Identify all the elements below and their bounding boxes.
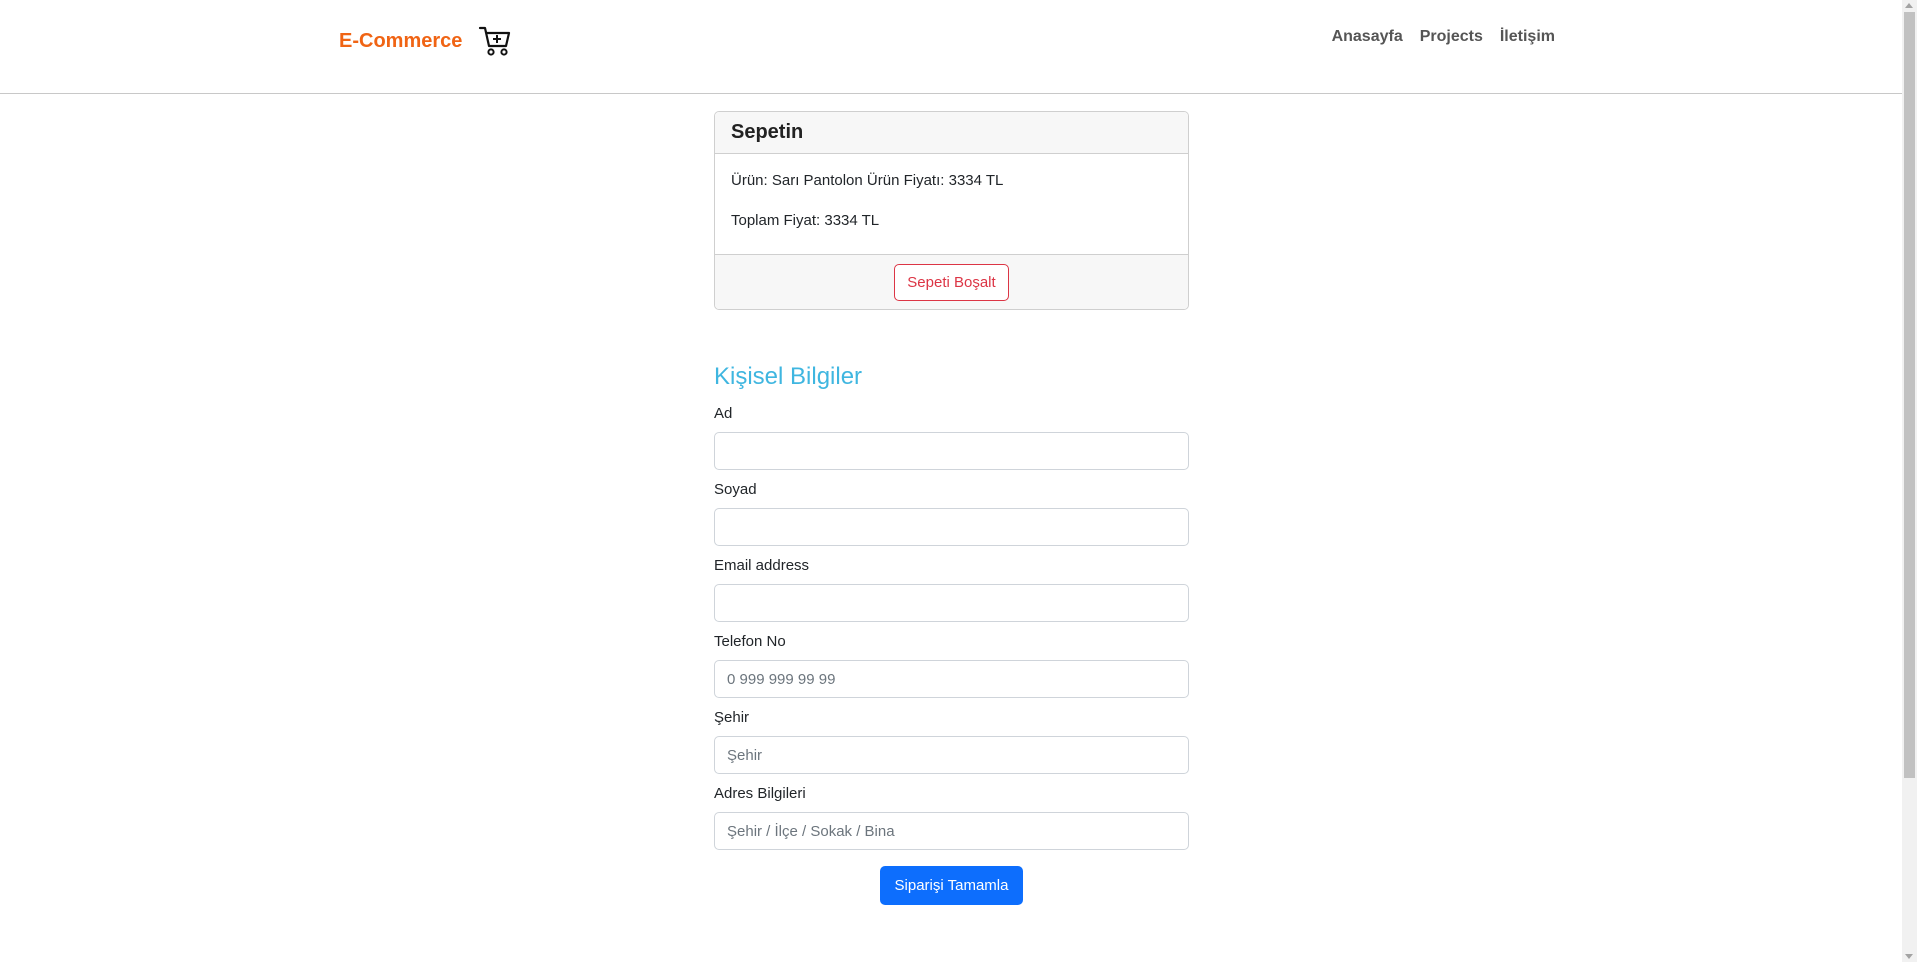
cart-card: Sepetin Ürün: Sarı Pantolon Ürün Fiyatı:… bbox=[714, 111, 1189, 310]
navbar: E-Commerce Anasayfa Projects İletişim bbox=[0, 0, 1902, 94]
form-group-telefon: Telefon No bbox=[714, 632, 1189, 698]
soyad-label: Soyad bbox=[714, 481, 757, 498]
main-content: Sepetin Ürün: Sarı Pantolon Ürün Fiyatı:… bbox=[714, 111, 1189, 905]
ad-input[interactable] bbox=[714, 432, 1189, 470]
vertical-scrollbar[interactable] bbox=[1902, 0, 1917, 962]
email-label: Email address bbox=[714, 557, 810, 574]
sehir-label: Şehir bbox=[714, 709, 750, 726]
nav-link-projects[interactable]: Projects bbox=[1420, 28, 1483, 46]
brand-title[interactable]: E-Commerce bbox=[339, 30, 462, 53]
form-group-soyad: Soyad bbox=[714, 480, 1189, 546]
adres-label: Adres Bilgileri bbox=[714, 785, 806, 802]
soyad-input[interactable] bbox=[714, 508, 1189, 546]
scroll-up-icon[interactable] bbox=[1905, 3, 1913, 8]
telefon-label: Telefon No bbox=[714, 633, 786, 650]
cart-total-line: Toplam Fiyat: 3334 TL bbox=[731, 212, 880, 229]
ad-label: Ad bbox=[714, 405, 733, 422]
email-input[interactable] bbox=[714, 584, 1189, 622]
scroll-thumb[interactable] bbox=[1904, 12, 1915, 778]
telefon-input[interactable] bbox=[714, 660, 1189, 698]
nav-link-iletisim[interactable]: İletişim bbox=[1500, 28, 1555, 46]
sehir-input[interactable] bbox=[714, 736, 1189, 774]
form-group-email: Email address bbox=[714, 556, 1189, 622]
form-group-ad: Ad bbox=[714, 404, 1189, 470]
nav-link-anasayfa[interactable]: Anasayfa bbox=[1332, 28, 1403, 46]
cart-plus-icon[interactable] bbox=[478, 24, 512, 58]
cart-title: Sepetin bbox=[715, 112, 1188, 154]
cart-footer: Sepeti Boşalt bbox=[715, 254, 1188, 309]
form-group-adres: Adres Bilgileri bbox=[714, 784, 1189, 850]
brand[interactable]: E-Commerce bbox=[339, 24, 512, 58]
submit-wrap: Siparişi Tamamla bbox=[714, 866, 1189, 905]
nav-links: Anasayfa Projects İletişim bbox=[1332, 28, 1555, 46]
page: E-Commerce Anasayfa Projects İletişim Se… bbox=[0, 0, 1902, 962]
scroll-down-icon[interactable] bbox=[1905, 954, 1913, 959]
personal-info-form: Ad Soyad Email address Telefon No Şehir … bbox=[714, 404, 1189, 905]
clear-cart-button[interactable]: Sepeti Boşalt bbox=[894, 263, 1009, 301]
cart-item-line: Ürün: Sarı Pantolon Ürün Fiyatı: 3334 TL bbox=[731, 172, 1004, 189]
personal-info-title: Kişisel Bilgiler bbox=[714, 363, 863, 390]
form-group-sehir: Şehir bbox=[714, 708, 1189, 774]
cart-body: Ürün: Sarı Pantolon Ürün Fiyatı: 3334 TL… bbox=[715, 154, 1188, 254]
complete-order-button[interactable]: Siparişi Tamamla bbox=[879, 866, 1024, 905]
adres-input[interactable] bbox=[714, 812, 1189, 850]
